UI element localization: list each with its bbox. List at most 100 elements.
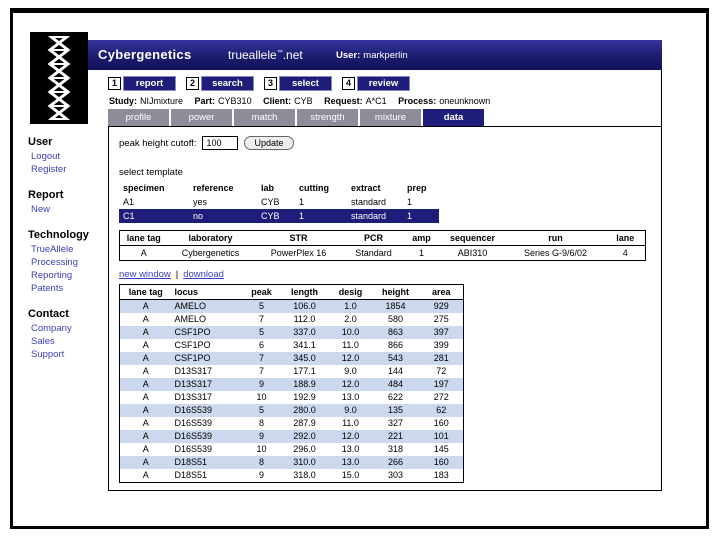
sidebar-link-logout[interactable]: Logout — [31, 151, 112, 162]
column-header: laboratory — [167, 230, 254, 246]
sidebar-link-trueallele[interactable]: TrueAllele — [31, 244, 112, 255]
table-cell: A — [142, 301, 149, 311]
table-cell: ABI310 — [457, 248, 488, 258]
column-header: run — [505, 230, 606, 246]
context-bar: Study: NIJmixture Part: CYB310 Client: CYB … — [109, 96, 499, 106]
client-label: Client: — [263, 96, 292, 106]
header-bar: Cybergenetics trueallele™.net User: markp… — [88, 40, 662, 70]
dna-helix-icon — [47, 36, 71, 120]
peak-height-cutoff-input[interactable] — [202, 136, 239, 150]
table-cell: D16S539 — [174, 431, 213, 441]
table-cell: CSF1PO — [174, 327, 211, 337]
tab-power[interactable]: power — [171, 109, 232, 126]
request-value: A*C1 — [365, 96, 387, 106]
template-table-head: specimen reference lab cutting extract prep — [119, 181, 439, 195]
update-button[interactable]: Update — [244, 136, 294, 150]
table-cell: 101 — [433, 431, 449, 441]
study-value: NIJmixture — [140, 96, 184, 106]
lane-info-table: lane tag laboratory STR PCR amp sequencer run l… — [119, 230, 646, 261]
sidebar-title-user: User — [28, 136, 53, 148]
table-cell: A1 — [123, 197, 135, 207]
tab-match[interactable]: match — [234, 109, 295, 126]
review-step-button[interactable]: review — [357, 76, 410, 91]
column-header: locus — [171, 284, 244, 300]
table-cell: 106.0 — [293, 301, 316, 311]
table-cell: Series G-9/6/02 — [523, 248, 588, 258]
table-header-row: lane tag laboratory STR PCR amp sequencer run l… — [119, 230, 646, 246]
sidebar-section-report: Report New — [28, 189, 112, 215]
table-cell: 9.0 — [344, 405, 357, 415]
sidebar-link-new[interactable]: New — [31, 204, 112, 215]
table-cell: 292.0 — [293, 431, 316, 441]
sidebar-section-contact: Contact Company Sales Support — [28, 308, 112, 360]
table-cell: 188.9 — [293, 379, 316, 389]
table-cell: 1 — [299, 211, 305, 221]
table-cell: 160 — [433, 457, 449, 467]
table-cell: 397 — [433, 327, 449, 337]
table-cell: 341.1 — [293, 340, 316, 350]
tab-data[interactable]: data — [423, 109, 484, 126]
sidebar-link-support[interactable]: Support — [31, 349, 112, 360]
table-cell: 9 — [258, 431, 264, 441]
table-cell: CSF1PO — [174, 340, 211, 350]
table-row: A D13S317 9 188.9 12.0 484 197 — [119, 378, 464, 391]
step-number-3: 3 — [264, 77, 277, 90]
tab-bar: profile power match strength mixture dat… — [108, 109, 484, 126]
table-cell: 303 — [387, 470, 404, 480]
client-value: CYB — [294, 96, 313, 106]
table-cell: 7 — [258, 366, 264, 376]
download-link[interactable]: download — [183, 269, 224, 280]
new-window-link[interactable]: new window — [119, 269, 171, 280]
request-label: Request: — [324, 96, 363, 106]
select-step-button[interactable]: select — [279, 76, 332, 91]
sidebar-link-processing[interactable]: Processing — [31, 257, 112, 268]
table-cell: A — [142, 314, 149, 324]
table-cell: D16S539 — [174, 405, 213, 415]
table-row: A D16S539 8 287.9 11.0 327 160 — [120, 417, 464, 430]
table-cell: 580 — [387, 314, 404, 324]
search-step-button[interactable]: search — [201, 76, 254, 91]
table-cell: AMELO — [174, 301, 207, 311]
table-cell: 221 — [387, 431, 404, 441]
table-cell: A — [142, 470, 149, 480]
table-cell: 11.0 — [342, 418, 359, 428]
table-row[interactable]: A1 yes CYB 1 standard 1 — [119, 195, 439, 209]
peak-cutoff-label: peak height cutoff: — [119, 137, 197, 149]
table-cell: 8 — [258, 418, 264, 428]
template-table: specimen reference lab cutting extract prep A… — [119, 181, 439, 223]
sidebar-link-sales[interactable]: Sales — [31, 336, 112, 347]
peak-cutoff-row: peak height cutoff: Update — [119, 136, 294, 150]
table-cell: 318 — [387, 444, 404, 454]
table-cell: A — [142, 353, 149, 363]
study-label: Study: — [109, 96, 137, 106]
tab-strength[interactable]: strength — [297, 109, 358, 126]
step-number-2: 2 — [186, 77, 199, 90]
table-cell: 296.0 — [293, 444, 316, 454]
table-cell: 192.9 — [293, 392, 316, 402]
table-cell: yes — [193, 197, 208, 207]
sidebar-link-company[interactable]: Company — [31, 323, 112, 334]
sidebar-link-register[interactable]: Register — [31, 164, 112, 175]
select-template-label: select template — [119, 167, 183, 178]
table-row[interactable]: C1 no CYB 1 standard 1 — [119, 209, 439, 223]
column-header: peak — [243, 284, 280, 300]
data-table-head: lane tag locus peak length desig height area — [119, 284, 464, 300]
table-cell: 15.0 — [341, 470, 360, 480]
column-header: desig — [329, 284, 372, 300]
table-row: A D13S317 10 192.9 13.0 622 272 — [120, 391, 464, 404]
table-cell: 5 — [258, 405, 264, 415]
table-cell: D13S317 — [174, 379, 213, 389]
table-header-row: specimen reference lab cutting extract prep — [119, 181, 439, 195]
table-cell: 929 — [433, 301, 449, 311]
sidebar-link-reporting[interactable]: Reporting — [31, 270, 112, 281]
table-cell: 1 — [418, 248, 424, 258]
part-field: Part: CYB310 — [195, 96, 252, 106]
tab-profile[interactable]: profile — [108, 109, 169, 126]
sidebar-link-patents[interactable]: Patents — [31, 283, 112, 294]
tab-mixture[interactable]: mixture — [360, 109, 421, 126]
table-cell: D18S51 — [174, 457, 208, 467]
user-info: User: markperlin — [336, 50, 408, 61]
report-step-button[interactable]: report — [123, 76, 176, 91]
column-header: reference — [193, 183, 234, 193]
table-cell: A — [142, 392, 149, 402]
